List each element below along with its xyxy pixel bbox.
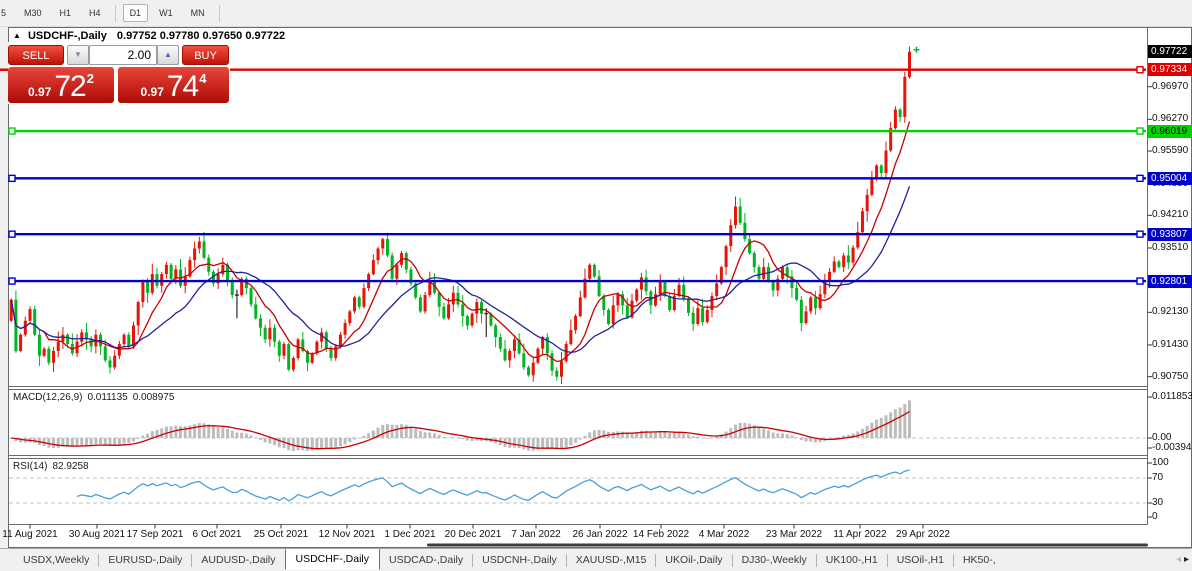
line-handle[interactable]: [1137, 278, 1143, 284]
date-tick-label: 25 Oct 2021: [254, 529, 308, 540]
bid-pip-digit: 2: [87, 71, 94, 86]
date-tick-label: 14 Feb 2022: [633, 529, 689, 540]
indicator-axis-label: 0: [1152, 511, 1158, 523]
timeframe-button-d1[interactable]: D1: [123, 4, 149, 22]
chart-tab-usdcaddaily[interactable]: USDCAD-,Daily: [380, 550, 472, 570]
ask-pip-digit: 4: [199, 71, 206, 86]
date-tick-label: 7 Jan 2022: [511, 529, 561, 540]
sell-button[interactable]: SELL: [8, 45, 64, 65]
bid-prefix: 0.97: [28, 84, 51, 100]
macd-signal-value: 0.008975: [133, 392, 175, 403]
date-tick-label: 29 Apr 2022: [896, 529, 950, 540]
rsi-indicator-label: RSI(14) 82.9258: [13, 461, 94, 472]
toolbar-separator: [115, 5, 116, 22]
hline-price-label: 0.93807: [1148, 228, 1192, 241]
price-tick-label: 0.94210: [1152, 209, 1188, 221]
toolbar-separator: [219, 5, 220, 22]
chart-tab-uk100h1[interactable]: UK100-,H1: [817, 550, 887, 570]
ask-price-display[interactable]: 0.97 74 4: [118, 67, 229, 103]
timeframe-button-h1[interactable]: H1: [53, 4, 79, 22]
line-handle[interactable]: [9, 278, 15, 284]
rsi-value: 82.9258: [52, 461, 88, 472]
chart-tabs-bar: ◂▸ USDX,WeeklyEURUSD-,DailyAUDUSD-,Daily…: [0, 548, 1192, 571]
price-tick-label: 0.95590: [1152, 145, 1188, 157]
price-tick-label: 0.96270: [1152, 113, 1188, 125]
scroll-right-icon[interactable]: ▸: [1184, 554, 1189, 565]
volume-increase-button[interactable]: ▲: [157, 45, 179, 65]
collapse-arrow-icon[interactable]: ▲: [13, 31, 21, 40]
price-tick-label: 0.93510: [1152, 242, 1188, 254]
arrow-down-icon: ▼: [74, 50, 82, 59]
line-handle[interactable]: [1137, 67, 1143, 73]
chart-ohlc-values: 0.97752 0.97780 0.97650 0.97722: [117, 30, 285, 42]
tab-scroll-arrows[interactable]: ◂▸: [1176, 554, 1189, 565]
timeframe-button-m30[interactable]: M30: [17, 4, 49, 22]
macd-main-value: 0.011135: [87, 392, 127, 403]
chart-tab-hk50[interactable]: HK50-,: [954, 550, 1005, 570]
date-tick-label: 11 Apr 2022: [833, 529, 886, 540]
timeframe-toolbar: 5M30H1H4 D1W1MN: [0, 0, 1192, 27]
line-handle[interactable]: [9, 128, 15, 134]
chart-symbol: USDCHF-,Daily: [28, 30, 107, 42]
hline-price-label: 0.92801: [1148, 275, 1192, 288]
chart-tab-dj30weekly[interactable]: DJ30-,Weekly: [733, 550, 816, 570]
current-price-label: 0.97722: [1148, 45, 1192, 58]
volume-input[interactable]: [89, 45, 157, 65]
chart-tab-eurusddaily[interactable]: EURUSD-,Daily: [99, 550, 191, 570]
chart-tab-ukoildaily[interactable]: UKOil-,Daily: [656, 550, 731, 570]
chart-tab-usdcnhdaily[interactable]: USDCNH-,Daily: [473, 550, 566, 570]
line-handle[interactable]: [9, 175, 15, 181]
volume-decrease-button[interactable]: ▼: [67, 45, 89, 65]
line-handle[interactable]: [9, 231, 15, 237]
date-tick-label: 4 Mar 2022: [699, 529, 750, 540]
ask-big-digits: 74: [167, 74, 198, 100]
line-handle[interactable]: [1137, 128, 1143, 134]
indicator-axis-label: 30: [1152, 497, 1163, 509]
h-scrollbar-thumb[interactable]: [427, 544, 1148, 547]
date-tick-label: 30 Aug 2021: [69, 529, 125, 540]
hline-price-label: 0.96019: [1148, 125, 1192, 138]
line-handle[interactable]: [1137, 175, 1143, 181]
date-tick-label: 20 Dec 2021: [445, 529, 502, 540]
macd-indicator-label: MACD(12,26,9) 0.011135 0.008975: [13, 392, 179, 403]
date-tick-label: 6 Oct 2021: [193, 529, 242, 540]
date-tick-label: 23 Mar 2022: [766, 529, 822, 540]
buy-button[interactable]: BUY: [182, 45, 229, 65]
date-tick-label: 12 Nov 2021: [319, 529, 376, 540]
arrow-up-icon: ▲: [164, 50, 172, 59]
date-tick-label: 17 Sep 2021: [127, 529, 184, 540]
timeframe-button-h4[interactable]: H4: [82, 4, 108, 22]
chart-tab-xauusdm15[interactable]: XAUUSD-,M15: [567, 550, 656, 570]
line-handle[interactable]: [1137, 231, 1143, 237]
timeframe-button-5[interactable]: 5: [0, 4, 13, 22]
date-tick-label: 26 Jan 2022: [572, 529, 627, 540]
chart-tab-usdxweekly[interactable]: USDX,Weekly: [14, 550, 98, 570]
hline-price-label: 0.97334: [1148, 63, 1192, 76]
indicator-axis-label: 100: [1152, 457, 1169, 469]
date-tick-label: 11 Aug 2021: [2, 529, 57, 540]
macd-name: MACD(12,26,9): [13, 392, 82, 403]
timeframe-button-w1[interactable]: W1: [152, 4, 180, 22]
indicator-axis-label: 0.011853: [1152, 391, 1192, 403]
scroll-left-icon[interactable]: ◂: [1176, 554, 1181, 565]
indicator-axis-label: -0.00394: [1152, 442, 1191, 454]
chart-tab-audusddaily[interactable]: AUDUSD-,Daily: [192, 550, 284, 570]
chart-title: ▲ USDCHF-,Daily 0.97752 0.97780 0.97650 …: [13, 30, 285, 42]
price-tick-label: 0.90750: [1152, 371, 1188, 383]
timeframe-button-mn[interactable]: MN: [184, 4, 212, 22]
indicator-axis-label: 70: [1152, 472, 1163, 484]
date-tick-label: 1 Dec 2021: [384, 529, 435, 540]
rsi-name: RSI(14): [13, 461, 47, 472]
mt4-window: 5M30H1H4 D1W1MN ▲ USDCHF-,Daily 0.97752 0…: [0, 0, 1192, 571]
bid-big-digits: 72: [54, 74, 85, 100]
hline-price-label: 0.95004: [1148, 172, 1192, 185]
chart-tab-usdchfdaily[interactable]: USDCHF-,Daily: [285, 548, 381, 570]
chart-tab-usoilh1[interactable]: USOil-,H1: [888, 550, 953, 570]
price-tick-label: 0.91430: [1152, 339, 1188, 351]
price-tick-label: 0.92130: [1152, 306, 1188, 318]
ask-prefix: 0.97: [141, 84, 164, 100]
bid-price-display[interactable]: 0.97 72 2: [8, 67, 114, 103]
one-click-trading-panel: SELL ▼ ▲ BUY 0.97 72 2 0.97 74 4: [8, 42, 230, 104]
price-tick-label: 0.96970: [1152, 81, 1188, 93]
